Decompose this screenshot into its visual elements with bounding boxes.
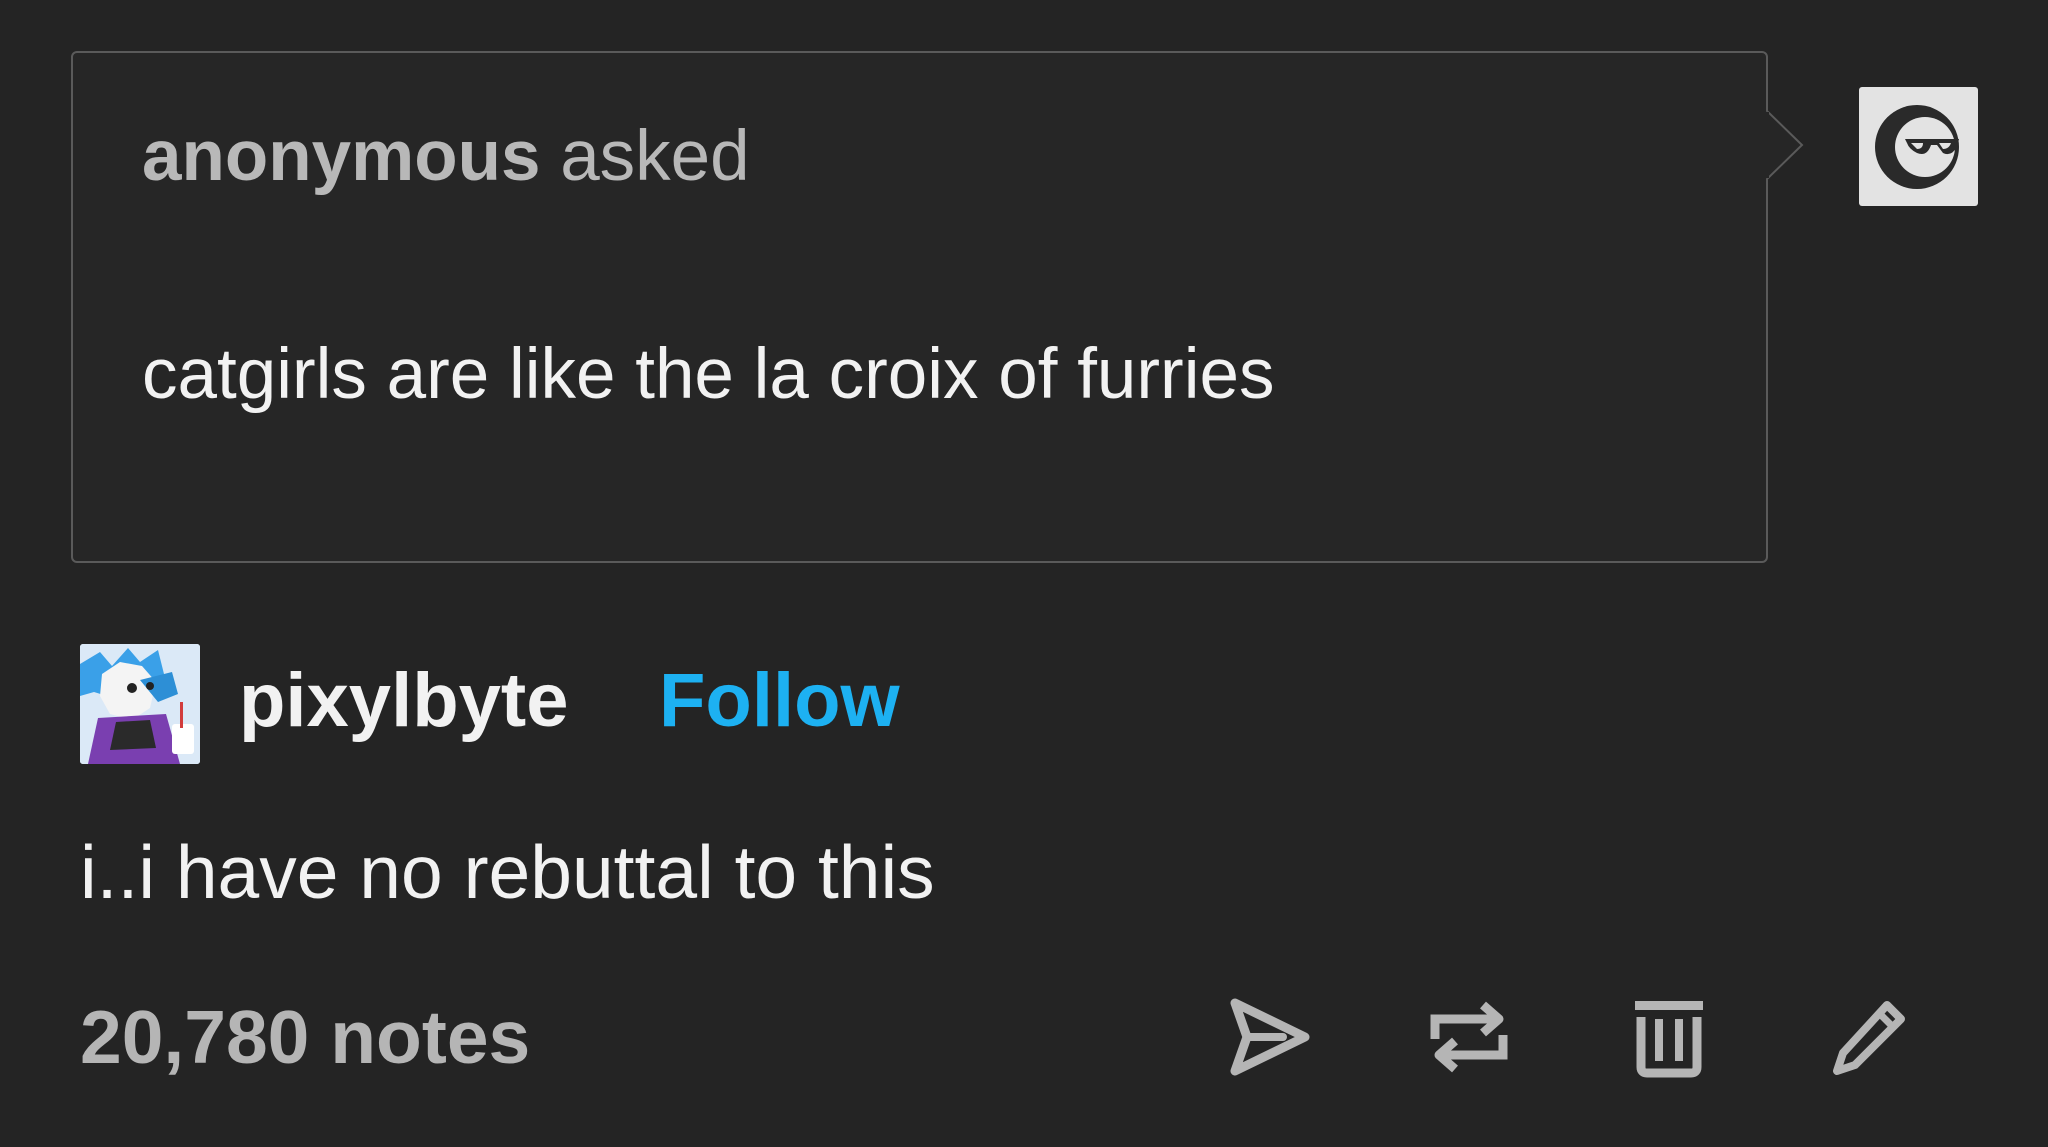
reblog-icon (1430, 1001, 1508, 1073)
anonymous-sunglasses-icon (1874, 104, 1959, 189)
username[interactable]: pixylbyte (239, 663, 568, 739)
ask-question: catgirls are like the la croix of furrie… (142, 335, 1275, 414)
reblog-button[interactable] (1424, 992, 1514, 1082)
user-avatar-image (80, 644, 200, 764)
anonymous-avatar[interactable] (1859, 87, 1978, 206)
reply-text: i..i have no rebuttal to this (80, 830, 935, 914)
ask-bubble-pointer (1766, 110, 1804, 180)
delete-button[interactable] (1624, 992, 1714, 1082)
asked-label: asked (560, 117, 750, 196)
ask-bubble: anonymous asked catgirls are like the la… (71, 51, 1768, 563)
edit-icon (1833, 1001, 1905, 1075)
send-button[interactable] (1224, 992, 1314, 1082)
ask-header: anonymous asked (142, 121, 750, 192)
follow-button[interactable]: Follow (659, 663, 900, 739)
send-icon (1230, 998, 1310, 1076)
tumblr-post: anonymous asked catgirls are like the la… (0, 0, 2048, 1147)
edit-button[interactable] (1824, 992, 1914, 1082)
user-avatar[interactable] (80, 644, 200, 764)
delete-icon (1635, 1001, 1703, 1078)
asker-name[interactable]: anonymous (142, 117, 540, 196)
notes-count[interactable]: 20,780 notes (80, 1000, 530, 1075)
